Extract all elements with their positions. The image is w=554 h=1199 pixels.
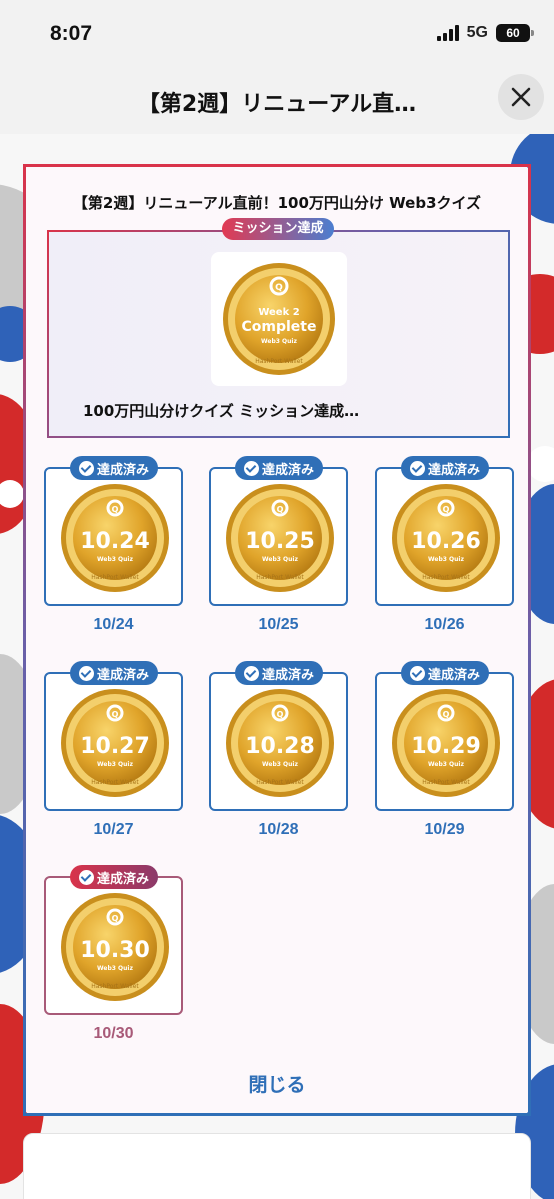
coin-rim: HashPort Wallet <box>422 574 470 581</box>
check-icon <box>78 869 94 885</box>
status-bar: 8:07 5G 60 <box>0 0 554 62</box>
coin-sub: Web3 Quiz <box>262 556 298 563</box>
completed-label: 達成済み <box>261 462 314 478</box>
check-icon <box>409 460 425 476</box>
coin-sub: Web3 Quiz <box>97 556 133 563</box>
page-header: 【第2週】リニューアル直… <box>0 62 554 134</box>
coin-sub: Web3 Quiz <box>97 965 133 972</box>
coin-date: 10.27 <box>80 734 150 759</box>
close-icon <box>511 87 531 107</box>
badge-card[interactable]: 達成済み Q 10.29 Web3 Quiz HashPort Wallet <box>375 661 514 811</box>
badge-card[interactable]: 達成済み Q 10.28 Web3 Quiz HashPort Wallet <box>209 661 348 811</box>
coin-sub: Web3 Quiz <box>428 556 464 563</box>
mission-badge-image: Q Week 2 Complete Web3 Quiz HashPort Wal… <box>211 252 347 386</box>
completed-label: 達成済み <box>427 667 480 683</box>
signal-icon <box>436 25 459 41</box>
coin-sub: Web3 Quiz <box>261 338 297 345</box>
coin-mark: Q <box>112 710 119 719</box>
status-time: 8:07 <box>50 22 93 45</box>
coin-date: 10.29 <box>411 734 481 759</box>
badge-card[interactable]: 達成済み Q 10.26 Web3 Quiz HashPort Wallet <box>375 456 514 606</box>
coin-date: 10.25 <box>245 529 315 554</box>
badge-date: 10/24 <box>93 616 134 633</box>
completed-label: 達成済み <box>96 871 149 887</box>
completed-tag: 達成済み <box>70 865 158 889</box>
coin-date: 10.30 <box>80 938 150 963</box>
completed-tag: 達成済み <box>235 456 323 480</box>
coin-sub: Web3 Quiz <box>97 761 133 768</box>
check-icon <box>243 460 259 476</box>
quiz-coin-icon: Q 10.26 Web3 Quiz HashPort Wallet <box>391 483 501 593</box>
quiz-coin-icon: Q 10.24 Web3 Quiz HashPort Wallet <box>60 483 170 593</box>
status-icons: 5G 60 <box>436 24 534 42</box>
coin-complete: Complete <box>242 319 317 335</box>
completed-label: 達成済み <box>261 667 314 683</box>
completed-tag: 達成済み <box>70 456 158 480</box>
completed-tag: 達成済み <box>401 661 489 685</box>
close-link[interactable]: 閉じる <box>26 1070 528 1097</box>
quiz-coin-icon: Q 10.29 Web3 Quiz HashPort Wallet <box>391 688 501 798</box>
badge-card[interactable]: 達成済み Q 10.25 Web3 Quiz HashPort Wallet <box>209 456 348 606</box>
close-button[interactable] <box>498 74 544 120</box>
modal-title: 【第2週】リニューアル直前！100万円山分け Web3クイズ <box>72 194 482 212</box>
network-label: 5G <box>466 24 488 41</box>
badge-date: 10/26 <box>424 616 465 633</box>
check-icon <box>78 460 94 476</box>
coin-date: 10.26 <box>411 529 481 554</box>
badge-date: 10/30 <box>93 1025 134 1042</box>
coin-mark: Q <box>443 710 450 719</box>
coin-date: 10.24 <box>80 529 150 554</box>
completed-label: 達成済み <box>96 462 149 478</box>
quiz-coin-icon: Q 10.27 Web3 Quiz HashPort Wallet <box>60 688 170 798</box>
quiz-coin-icon: Q 10.30 Web3 Quiz HashPort Wallet <box>60 892 170 1002</box>
mission-label: 100万円山分けクイズ ミッション達成… <box>83 402 360 420</box>
coin-mark: Q <box>277 505 284 514</box>
badge-card[interactable]: 達成済み Q 10.27 Web3 Quiz HashPort Wallet <box>44 661 183 811</box>
bottom-card <box>23 1133 531 1199</box>
completed-label: 達成済み <box>427 462 480 478</box>
coin-sub: Web3 Quiz <box>262 761 298 768</box>
quiz-coin-icon: Q 10.28 Web3 Quiz HashPort Wallet <box>225 688 335 798</box>
week-complete-coin-icon: Q Week 2 Complete Web3 Quiz HashPort Wal… <box>223 263 335 375</box>
coin-rim: HashPort Wallet <box>255 358 303 365</box>
coin-date: 10.28 <box>245 734 315 759</box>
badge-date: 10/28 <box>258 821 299 838</box>
mission-complete-card[interactable]: ミッション達成 Q Week 2 Complete Web3 Quiz Hash… <box>47 218 510 438</box>
coin-rim: HashPort Wallet <box>91 574 139 581</box>
badge-date: 10/29 <box>424 821 465 838</box>
coin-mark: Q <box>112 505 119 514</box>
mission-modal: 【第2週】リニューアル直前！100万円山分け Web3クイズ ミッション達成 Q… <box>23 164 531 1116</box>
check-icon <box>409 665 425 681</box>
check-icon <box>243 665 259 681</box>
check-icon <box>78 665 94 681</box>
completed-tag: 達成済み <box>70 661 158 685</box>
badge-date: 10/25 <box>258 616 299 633</box>
coin-rim: HashPort Wallet <box>256 574 304 581</box>
coin-rim: HashPort Wallet <box>422 779 470 786</box>
coin-mark: Q <box>112 914 119 923</box>
coin-sub: Web3 Quiz <box>428 761 464 768</box>
badge-date: 10/27 <box>93 821 134 838</box>
coin-mark: Q <box>277 710 284 719</box>
badge-card[interactable]: 達成済み Q 10.30 Web3 Quiz HashPort Wallet <box>44 865 183 1015</box>
coin-rim: HashPort Wallet <box>256 779 304 786</box>
coin-rim: HashPort Wallet <box>91 983 139 990</box>
coin-mark: Q <box>275 283 283 293</box>
mission-complete-tag: ミッション達成 <box>222 218 334 240</box>
completed-label: 達成済み <box>96 667 149 683</box>
badge-card[interactable]: 達成済み Q 10.24 Web3 Quiz HashPort Wallet <box>44 456 183 606</box>
completed-tag: 達成済み <box>401 456 489 480</box>
completed-tag: 達成済み <box>235 661 323 685</box>
page-title: 【第2週】リニューアル直… <box>137 92 417 117</box>
coin-rim: HashPort Wallet <box>91 779 139 786</box>
coin-week: Week 2 <box>258 307 299 318</box>
battery-icon: 60 <box>496 24 534 42</box>
quiz-coin-icon: Q 10.25 Web3 Quiz HashPort Wallet <box>225 483 335 593</box>
coin-mark: Q <box>443 505 450 514</box>
